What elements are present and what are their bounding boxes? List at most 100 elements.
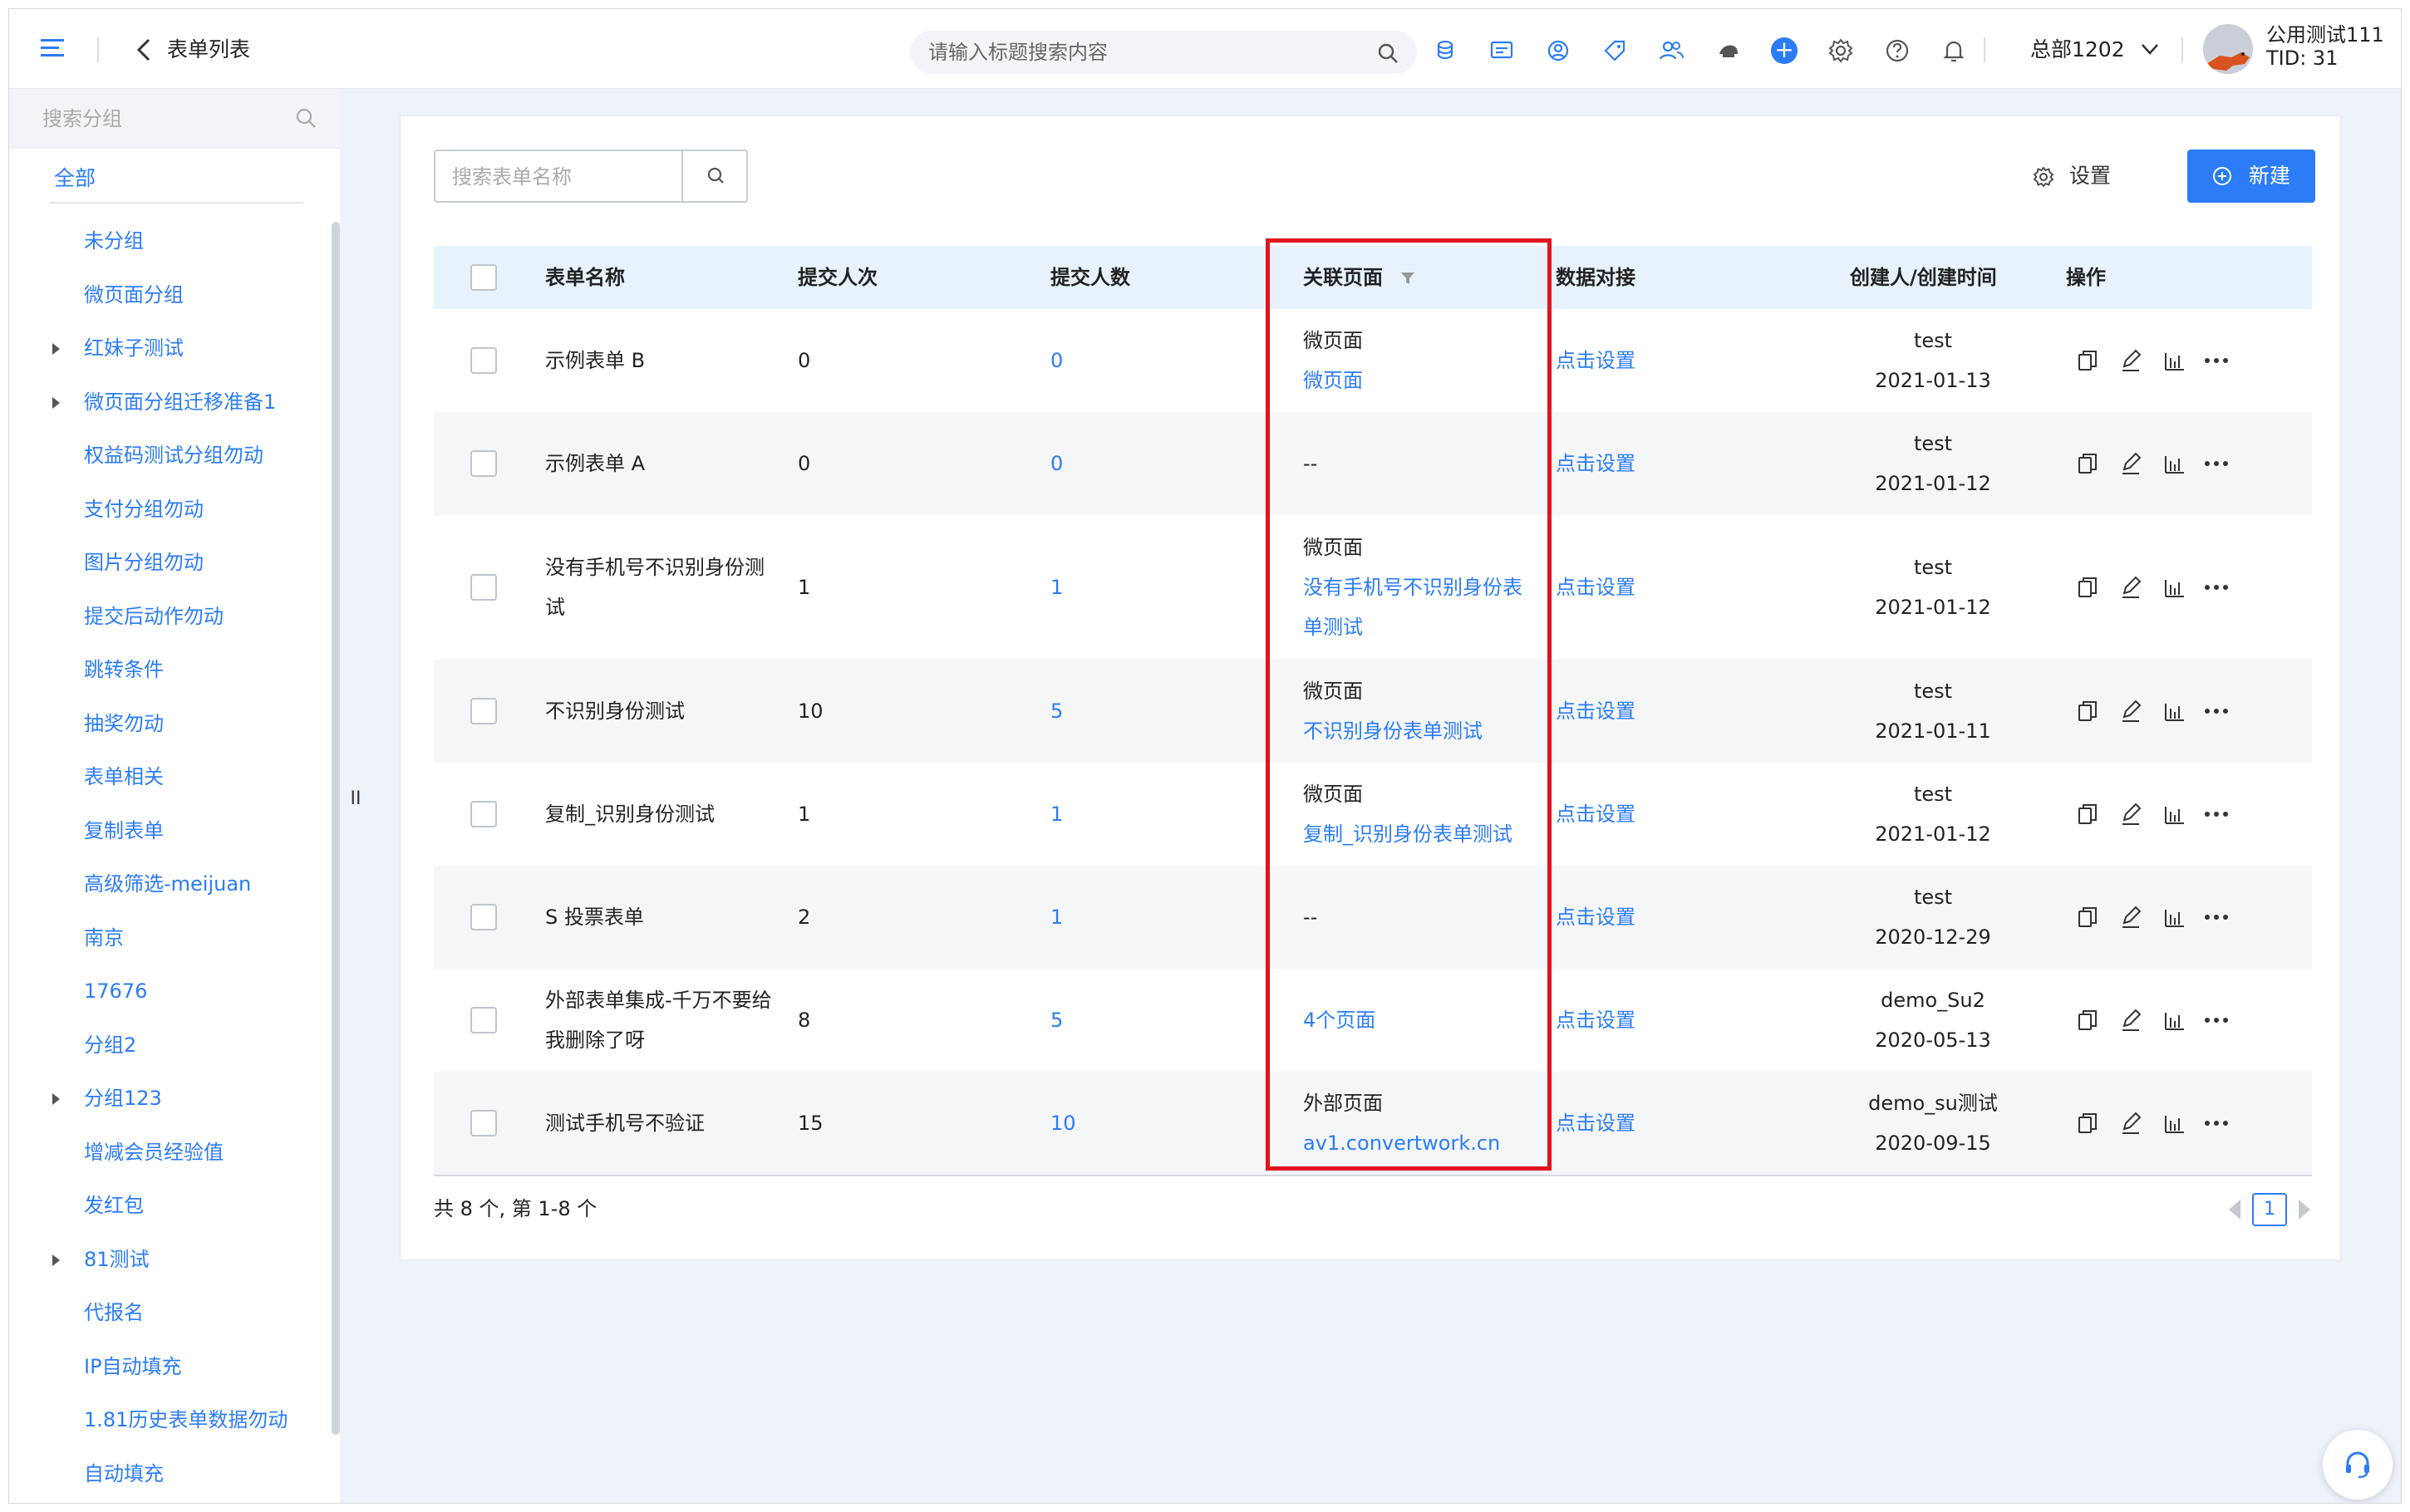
edit-icon[interactable] [2119,905,2142,930]
group-item[interactable]: 跳转条件 [9,646,340,693]
copy-icon[interactable] [2076,905,2099,930]
integration-setup-link[interactable]: 点击设置 [1556,1000,1635,1040]
more-icon[interactable] [2202,348,2230,373]
form-search-button[interactable] [681,151,748,201]
submitter-count-link[interactable]: 5 [1050,1000,1063,1040]
caret-right-icon[interactable] [52,396,60,409]
group-item[interactable]: 分组2 [9,1022,340,1068]
caret-right-icon[interactable] [52,1093,60,1105]
edit-icon[interactable] [2119,575,2142,600]
submitter-count-link[interactable]: 0 [1050,444,1063,484]
support-button[interactable] [2323,1430,2393,1500]
users-icon[interactable] [1658,37,1685,64]
row-checkbox[interactable] [470,574,497,601]
integration-setup-link[interactable]: 点击设置 [1556,1103,1635,1143]
next-page-icon[interactable] [2299,1200,2310,1220]
group-item[interactable]: 南京 [9,915,340,961]
group-item[interactable]: 81测试 [9,1236,340,1283]
copy-icon[interactable] [2076,699,2099,724]
row-checkbox[interactable] [470,450,497,477]
form-search-input[interactable] [452,163,668,191]
copy-icon[interactable] [2076,802,2099,827]
row-checkbox[interactable] [470,904,497,930]
group-search[interactable] [9,89,340,149]
integration-setup-link[interactable]: 点击设置 [1556,794,1635,834]
group-item[interactable]: 17676 [9,968,340,1014]
caret-right-icon[interactable] [52,343,60,355]
integration-setup-link[interactable]: 点击设置 [1556,444,1635,484]
group-item[interactable]: 图片分组勿动 [9,539,340,586]
more-icon[interactable] [2202,699,2230,724]
row-checkbox[interactable] [470,347,497,374]
more-icon[interactable] [2202,802,2230,827]
group-item[interactable]: 高级筛选-meijuan [9,861,340,907]
submitter-count-link[interactable]: 5 [1050,691,1063,731]
integration-setup-link[interactable]: 点击设置 [1556,341,1635,380]
group-item[interactable]: IP自动填充 [9,1343,340,1390]
group-item[interactable]: 增减会员经验值 [9,1129,340,1176]
group-item[interactable]: 抽奖勿动 [9,700,340,747]
sidebar-scrollbar[interactable] [332,222,340,1435]
back-icon[interactable] [134,37,154,62]
chart-icon[interactable] [2162,451,2186,476]
sidebar-collapse-handle[interactable]: II [343,788,368,813]
group-item[interactable]: 微页面分组 [9,272,340,318]
chevron-down-icon[interactable] [2140,41,2160,57]
more-icon[interactable] [2202,575,2230,600]
more-icon[interactable] [2202,1008,2230,1033]
copy-icon[interactable] [2076,348,2099,373]
copy-icon[interactable] [2076,451,2099,476]
help-icon[interactable] [1884,37,1911,64]
edit-icon[interactable] [2119,1008,2142,1033]
submitter-count-link[interactable]: 0 [1050,341,1063,380]
row-checkbox[interactable] [470,1110,497,1136]
group-item[interactable]: 1.81历史表单数据勿动 [9,1397,340,1443]
edit-icon[interactable] [2119,802,2142,827]
group-item[interactable]: 微页面分组迁移准备1 [9,379,340,425]
tag-icon[interactable] [1601,37,1628,64]
row-checkbox[interactable] [470,698,497,724]
group-search-input[interactable] [42,104,275,134]
org-selector[interactable]: 总部1202 [2030,36,2125,64]
new-form-button[interactable]: 新建 [2187,150,2315,203]
edit-icon[interactable] [2119,348,2142,373]
submitter-count-link[interactable]: 10 [1050,1103,1076,1143]
group-item[interactable]: 表单相关 [9,754,340,800]
edit-icon[interactable] [2119,451,2142,476]
submitter-count-link[interactable]: 1 [1050,567,1063,607]
global-search-input[interactable] [928,38,1360,66]
copy-icon[interactable] [2076,575,2099,600]
search-icon[interactable] [295,107,317,129]
chart-icon[interactable] [2162,1008,2186,1033]
fish-icon[interactable] [1714,37,1741,64]
gear-icon[interactable] [1827,37,1854,64]
copy-icon[interactable] [2076,1008,2099,1033]
submitter-count-link[interactable]: 1 [1050,897,1063,937]
row-checkbox[interactable] [470,801,497,827]
group-item[interactable]: 复制表单 [9,808,340,854]
chart-icon[interactable] [2162,348,2186,373]
chart-icon[interactable] [2162,905,2186,930]
edit-icon[interactable] [2119,1111,2142,1136]
group-item[interactable]: 未分组 [9,218,340,264]
group-item[interactable]: 支付分组勿动 [9,486,340,533]
chart-icon[interactable] [2162,1111,2186,1136]
group-all[interactable]: 全部 [49,160,303,204]
group-item[interactable]: 分组123 [9,1075,340,1122]
page-number[interactable]: 1 [2252,1193,2287,1226]
integration-setup-link[interactable]: 点击设置 [1556,691,1635,731]
copy-icon[interactable] [2076,1111,2099,1136]
bell-icon[interactable] [1940,37,1967,64]
group-item[interactable]: 提交后动作勿动 [9,593,340,640]
avatar[interactable] [2203,24,2253,74]
group-item[interactable]: 自动填充 [9,1451,340,1497]
chart-icon[interactable] [2162,802,2186,827]
integration-setup-link[interactable]: 点击设置 [1556,567,1635,607]
group-item[interactable]: 红妹子测试 [9,325,340,371]
global-search[interactable] [910,31,1417,74]
form-search[interactable] [434,150,748,203]
header-submitters[interactable]: 提交人数 [1050,246,1130,309]
compass-icon[interactable] [1545,37,1571,64]
group-item[interactable]: 代报名 [9,1289,340,1336]
more-icon[interactable] [2202,1111,2230,1136]
